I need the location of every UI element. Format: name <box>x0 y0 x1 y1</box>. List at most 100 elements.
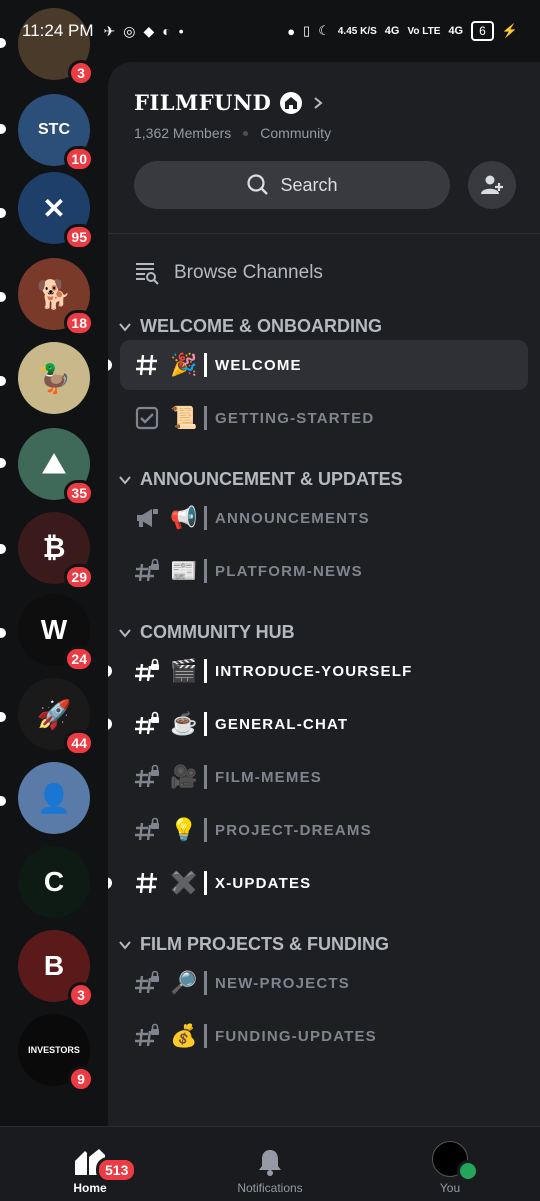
channel-welcome[interactable]: 🎉 WELCOME <box>108 340 528 390</box>
channel-funding-updates[interactable]: 💰 FUNDING-UPDATES <box>120 1011 528 1061</box>
server-icon-3[interactable]: 🐕 18 <box>18 258 94 336</box>
server-icon-6[interactable]: ₿ 29 <box>18 512 94 590</box>
browse-channels-label: Browse Channels <box>174 262 323 283</box>
server-icon-10[interactable]: C <box>18 846 90 918</box>
nav-notifications[interactable]: Notifications <box>180 1127 360 1201</box>
add-user-icon <box>481 175 503 194</box>
server-badge: 3 <box>68 982 94 1008</box>
status-time: 11:24 PM <box>22 21 94 40</box>
chevron-down-icon <box>119 475 131 485</box>
channel-name: NEW-PROJECTS <box>215 974 350 992</box>
chevron-right-icon <box>314 96 323 109</box>
channel-divider-bar <box>204 506 207 530</box>
server-badge: 10 <box>64 146 94 172</box>
category-header[interactable]: ANNOUNCEMENT & UPDATES <box>118 469 540 490</box>
server-unread-indicator <box>0 376 6 386</box>
server-unread-indicator <box>0 544 6 554</box>
net-speed: 4.45 K/S <box>337 25 377 37</box>
search-button[interactable]: Search <box>134 161 450 209</box>
channel-name: PROJECT-DREAMS <box>215 821 372 839</box>
server-icon-9[interactable]: 👤 <box>18 762 90 834</box>
channel-general-chat[interactable]: ☕ GENERAL-CHAT <box>108 699 528 749</box>
channel-new-projects[interactable]: 🔎 NEW-PROJECTS <box>120 958 528 1008</box>
status-bar: 11:24 PM ✈ ◎ ◆ ◐ • ● ▯ ☾ 4.45 K/S 4G Vo … <box>0 0 540 62</box>
server-badge: 95 <box>64 224 94 250</box>
channel-name: ANNOUNCEMENTS <box>215 509 370 527</box>
channel-emoji: ☕ <box>170 711 198 736</box>
server-icon-2[interactable]: ✕ 95 <box>18 172 94 250</box>
channel-divider-bar <box>204 971 207 995</box>
channel-divider-bar <box>204 712 207 736</box>
unread-indicator <box>108 359 112 371</box>
locked-hash-icon <box>135 711 159 735</box>
channel-name: INTRODUCE-YOURSELF <box>215 662 413 680</box>
channel-platform-news[interactable]: 📰 PLATFORM-NEWS <box>120 546 528 596</box>
server-glyph: ₿ <box>42 532 66 563</box>
telegram-icon: ✈ <box>103 22 116 39</box>
category-header[interactable]: COMMUNITY HUB <box>118 622 540 643</box>
hash-icon <box>136 872 157 894</box>
server-badge: 29 <box>64 564 94 590</box>
server-icon-5[interactable]: ⛰ 35 <box>18 428 94 506</box>
battery-level: 6 <box>479 24 486 38</box>
server-glyph: 🚀 <box>36 698 72 730</box>
chevron-down-icon <box>119 628 131 638</box>
server-icon-12[interactable]: INVESTORS 9 <box>18 1014 94 1092</box>
browse-channels-button[interactable]: Browse Channels <box>108 234 540 286</box>
channel-divider-bar <box>204 659 207 683</box>
server-rail: 3 STC 10 ✕ 95 🐕 18 🦆 ⛰ 35 ₿ 29 W 24 🚀 44 👤 C B 3 INVESTORS 9 <box>0 0 108 1126</box>
server-glyph: 🐕 <box>36 278 72 310</box>
channel-emoji: 💰 <box>170 1023 198 1048</box>
channel-x-updates[interactable]: ✖️ X-UPDATES <box>108 858 528 908</box>
channel-announcements[interactable]: 📢 ANNOUNCEMENTS <box>120 493 528 543</box>
online-status-icon <box>457 1160 479 1182</box>
channel-introduce-yourself[interactable]: 🎬 INTRODUCE-YOURSELF <box>108 646 528 696</box>
server-icon-4[interactable]: 🦆 <box>18 342 90 414</box>
category-header[interactable]: FILM PROJECTS & FUNDING <box>118 934 540 955</box>
channel-divider-bar <box>204 765 207 789</box>
invite-button[interactable] <box>468 161 516 209</box>
server-badge: 3 <box>68 60 94 86</box>
channel-divider-bar <box>204 559 207 583</box>
channel-divider-bar <box>204 1024 207 1048</box>
server-icon-8[interactable]: 🚀 44 <box>18 678 94 756</box>
home-badge: 513 <box>96 1157 138 1183</box>
channel-emoji: 📜 <box>170 405 198 430</box>
category-header[interactable]: WELCOME & ONBOARDING <box>118 316 540 337</box>
server-glyph: STC <box>38 121 70 138</box>
search-icon <box>247 174 269 195</box>
hash-icon <box>136 354 157 376</box>
signal-1: 4G <box>384 25 400 37</box>
channel-name: GETTING-STARTED <box>215 409 375 427</box>
server-glyph: ✕ <box>42 192 66 224</box>
unread-indicator <box>108 877 112 889</box>
channel-name: FUNDING-UPDATES <box>215 1027 377 1045</box>
server-icon-7[interactable]: W 24 <box>18 594 94 672</box>
bell-icon <box>259 1150 281 1176</box>
server-header[interactable]: FILMFUND 1,362 Members Community <box>108 62 540 141</box>
channel-project-dreams[interactable]: 💡 PROJECT-DREAMS <box>120 805 528 855</box>
rules-icon <box>135 406 159 430</box>
snapchat-icon: ◐ <box>162 22 171 39</box>
member-count: 1,362 Members <box>134 125 232 141</box>
server-unread-indicator <box>0 292 6 302</box>
channel-film-memes[interactable]: 🎥 FILM-MEMES <box>120 752 528 802</box>
channel-getting-started[interactable]: 📜 GETTING-STARTED <box>120 393 528 443</box>
server-icon-1[interactable]: STC 10 <box>18 94 94 172</box>
server-icon-11[interactable]: B3 <box>18 930 94 1008</box>
channel-name: WELCOME <box>215 356 302 374</box>
status-notification-icons: ✈ ◎ ◆ ◐ • <box>104 23 184 40</box>
server-glyph: B <box>43 950 65 981</box>
unread-indicator <box>108 718 112 730</box>
nav-home[interactable]: 513 Home <box>0 1127 180 1201</box>
channel-emoji: 📢 <box>170 505 198 530</box>
server-unread-indicator <box>0 124 6 134</box>
channel-emoji: 🔎 <box>170 970 198 995</box>
megaphone-icon <box>137 509 158 527</box>
server-unread-indicator <box>0 208 6 218</box>
channel-emoji: 🎉 <box>170 352 198 377</box>
server-type: Community <box>260 125 332 141</box>
category-label: WELCOME & ONBOARDING <box>140 316 382 336</box>
moon-icon: ☾ <box>318 23 330 38</box>
nav-you[interactable]: You <box>360 1127 540 1201</box>
